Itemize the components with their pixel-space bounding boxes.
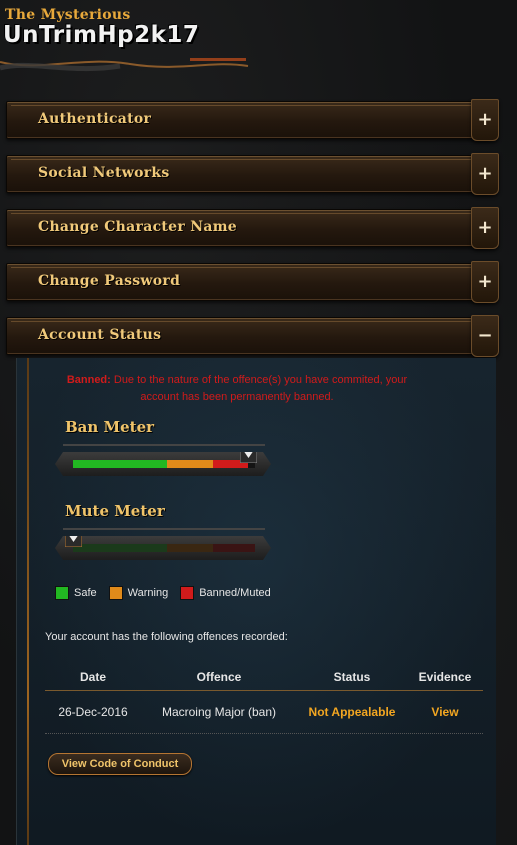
player-name: UnTrimHp2k17 — [3, 22, 200, 48]
collapse-toggle[interactable]: − — [471, 315, 499, 357]
offence-status: Not Appealable — [308, 705, 396, 719]
meter-legend: Safe Warning Banned/Muted — [55, 586, 283, 600]
ban-meter-track — [73, 460, 255, 468]
panel-account-status[interactable]: Account Status − — [6, 315, 499, 357]
mute-meter-divider — [63, 528, 265, 530]
panel-change-password[interactable]: Change Password + — [6, 261, 499, 303]
banned-swatch — [180, 586, 195, 600]
offence-name: Macroing Major (ban) — [161, 705, 277, 719]
expand-toggle[interactable]: + — [471, 153, 499, 195]
column-header-status: Status — [333, 670, 371, 684]
panel-label: Social Networks — [38, 165, 170, 181]
mute-meter — [55, 536, 271, 560]
plus-icon: + — [477, 217, 493, 238]
account-status-content: Banned: Due to the nature of the offence… — [16, 358, 496, 845]
legend-item-safe: Safe — [55, 586, 97, 600]
mute-meter-warning-zone — [167, 544, 213, 552]
panel-label: Change Password — [38, 273, 181, 289]
warning-swatch — [108, 586, 123, 600]
ban-meter-divider — [63, 444, 265, 446]
legend-item-banned-muted: Banned/Muted — [180, 586, 271, 600]
panel-label: Account Status — [38, 327, 162, 343]
view-code-of-conduct-button[interactable]: View Code of Conduct — [48, 753, 192, 775]
legend-item-warning: Warning — [108, 586, 169, 600]
expand-toggle[interactable]: + — [471, 207, 499, 249]
legend-label: Banned/Muted — [199, 587, 271, 599]
page-header: The Mysterious UnTrimHp2k17 — [0, 0, 260, 80]
panel-social-networks[interactable]: Social Networks + — [6, 153, 499, 195]
minus-icon: − — [477, 325, 493, 346]
expand-toggle[interactable]: + — [471, 261, 499, 303]
mute-meter-marker-icon — [65, 536, 82, 547]
plus-icon: + — [477, 163, 493, 184]
column-header-offence: Offence — [196, 670, 242, 684]
view-evidence-link[interactable]: View — [407, 705, 483, 719]
ban-meter-safe-fill — [73, 460, 167, 468]
header-swoosh-decoration — [0, 58, 249, 72]
banned-message: Banned: Due to the nature of the offence… — [57, 372, 417, 406]
banned-prefix: Banned: — [66, 374, 111, 386]
decorative-rail — [27, 358, 29, 845]
column-header-evidence: Evidence — [418, 670, 472, 684]
mute-meter-track — [73, 544, 255, 552]
legend-label: Safe — [74, 587, 97, 599]
ban-meter-warning-fill — [167, 460, 213, 468]
ban-meter-title: Ban Meter — [65, 418, 155, 436]
player-subtitle: The Mysterious — [5, 7, 131, 23]
plus-icon: + — [477, 109, 493, 130]
mute-meter-title: Mute Meter — [65, 502, 165, 520]
mute-meter-safe-zone — [73, 544, 167, 552]
plus-icon: + — [477, 271, 493, 292]
table-header-row: Date Offence Status Evidence — [45, 664, 483, 691]
column-header-date: Date — [79, 670, 106, 684]
mute-meter-banned-zone — [213, 544, 255, 552]
panel-label: Authenticator — [38, 111, 152, 127]
table-row: 26-Dec-2016 Macroing Major (ban) Not App… — [45, 691, 483, 734]
banned-text: Due to the nature of the offence(s) you … — [110, 374, 408, 403]
panel-authenticator[interactable]: Authenticator + — [6, 99, 499, 141]
offences-intro-text: Your account has the following offences … — [45, 631, 288, 643]
offences-table: Date Offence Status Evidence 26-Dec-2016… — [45, 664, 483, 734]
expand-toggle[interactable]: + — [471, 99, 499, 141]
safe-swatch — [55, 586, 69, 600]
ban-meter — [55, 452, 271, 476]
legend-label: Warning — [127, 587, 169, 599]
offence-date: 26-Dec-2016 — [58, 705, 128, 719]
ban-meter-marker-icon — [240, 452, 257, 463]
panel-label: Change Character Name — [38, 219, 238, 235]
panel-change-character-name[interactable]: Change Character Name + — [6, 207, 499, 249]
